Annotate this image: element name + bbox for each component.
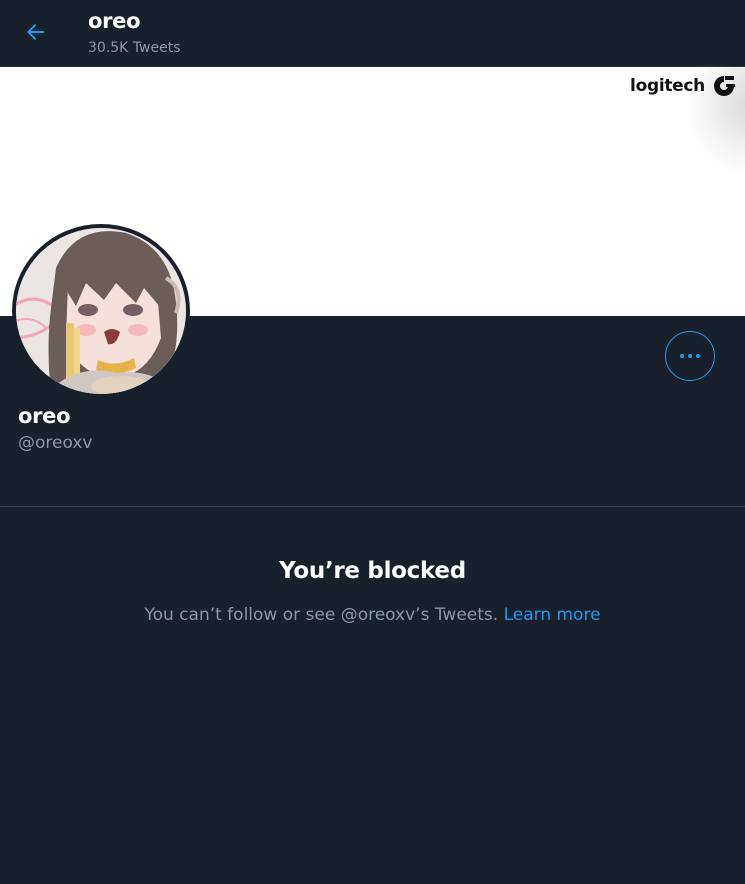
more-dot [688,354,692,358]
banner-logo: logitech [630,73,737,99]
top-bar: oreo 30.5K Tweets [0,0,745,67]
blocked-message-line: You can’t follow or see @oreoxv’s Tweets… [0,605,745,625]
profile-name: oreo [18,404,71,428]
learn-more-link[interactable]: Learn more [504,605,601,625]
more-horizontal-icon [680,354,684,358]
avatar[interactable] [12,224,190,398]
logo-text: logitech [630,76,705,96]
more-options-button[interactable] [665,331,715,381]
back-button[interactable] [14,12,58,52]
logitech-g-icon [714,76,735,96]
arrow-left-icon [27,24,44,40]
profile-handle: @oreoxv [18,433,93,453]
divider [0,506,745,507]
blocked-title: You’re blocked [279,558,466,584]
more-dot [696,354,700,358]
avatar-illustration [16,228,186,394]
tweet-count: 30.5K Tweets [88,40,181,56]
avatar-image [16,228,186,394]
blocked-message: You can’t follow or see @oreoxv’s Tweets… [144,605,499,625]
header-title: oreo [88,9,141,33]
